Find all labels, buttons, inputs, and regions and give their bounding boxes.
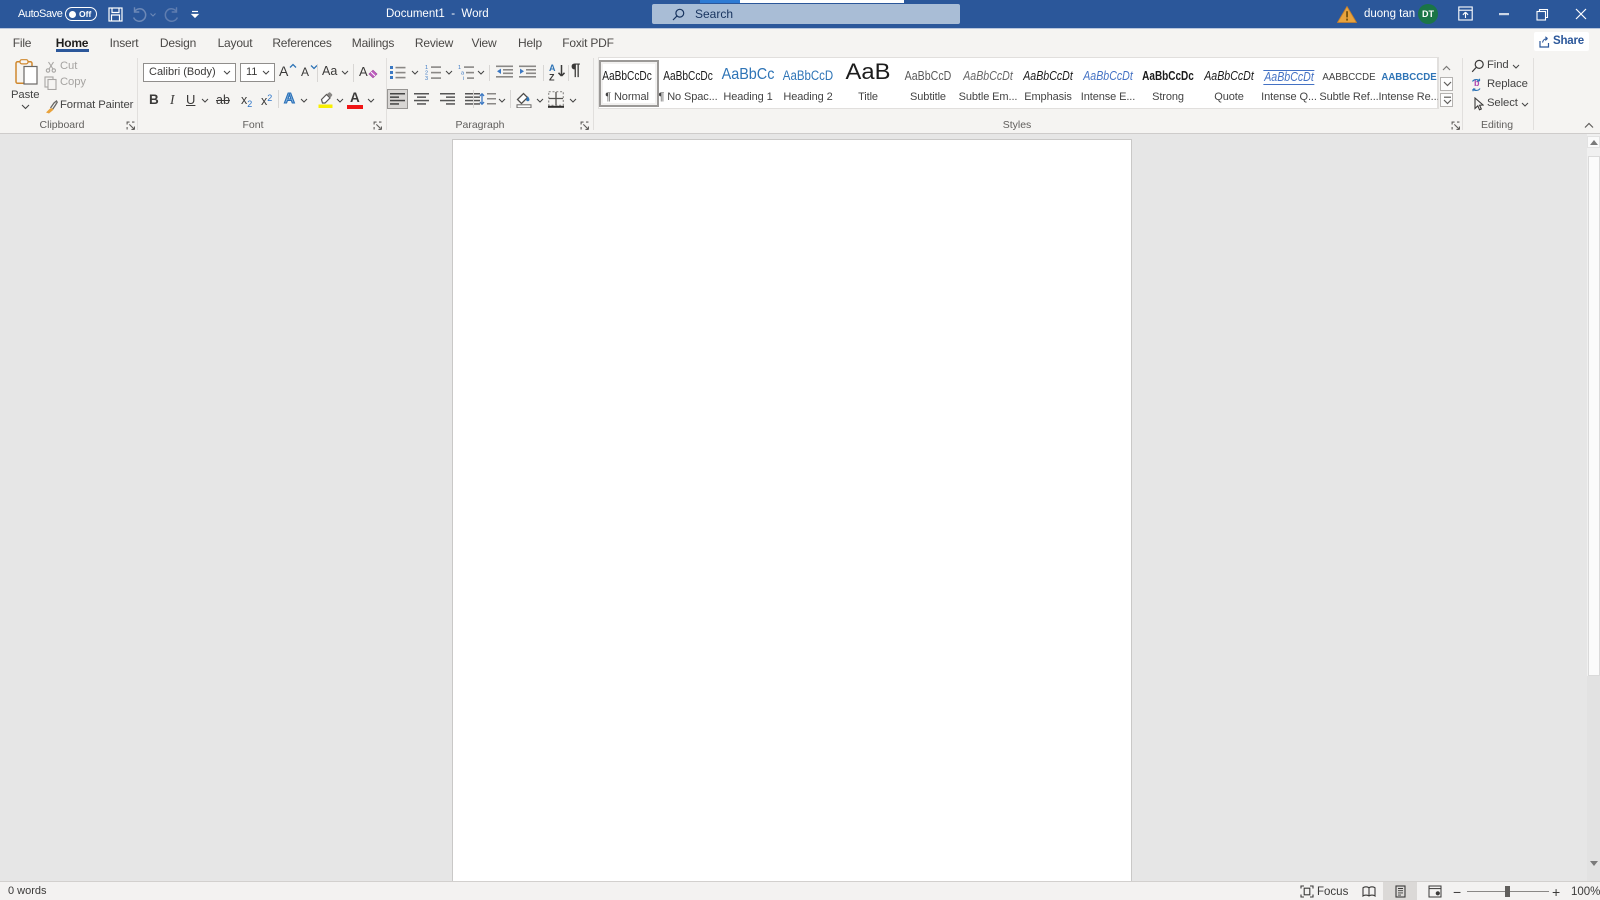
svg-text:Z: Z [549, 73, 555, 82]
svg-text:A: A [549, 63, 556, 73]
svg-text:3: 3 [425, 76, 428, 80]
svg-text:i: i [463, 76, 464, 80]
